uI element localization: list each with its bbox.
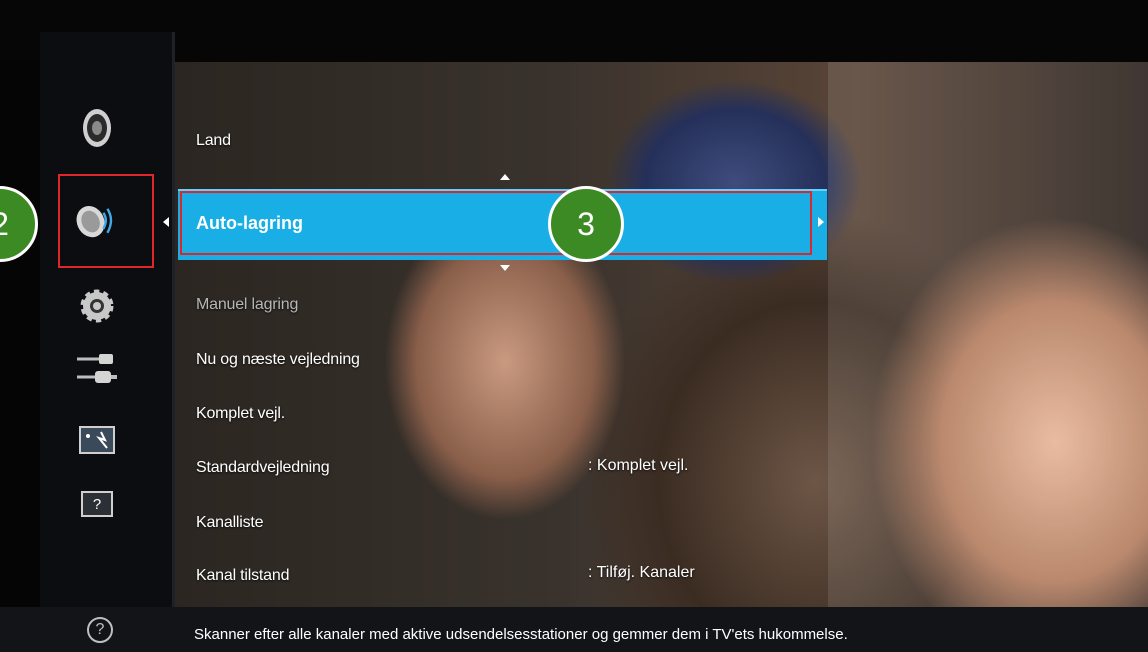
menu-item-komplet-vejl[interactable]: Komplet vejl. (196, 405, 285, 423)
menu-item-nu-og-naeste[interactable]: Nu og næste vejledning (196, 351, 360, 369)
speaker-icon[interactable] (73, 104, 121, 152)
menu-item-kanalliste[interactable]: Kanalliste (196, 514, 264, 532)
step-badge-2: 2 (0, 186, 38, 262)
selected-item-label: Auto-lagring (196, 213, 303, 233)
plug-icon[interactable] (73, 344, 121, 392)
help-box-label: ? (81, 491, 113, 517)
menu-item-land[interactable]: Land (196, 132, 231, 150)
gear-icon[interactable] (73, 282, 121, 330)
kanal-tilstand-value: : Tilføj. Kanaler (588, 564, 695, 581)
tv-background-overlay (828, 62, 1148, 607)
menu-item-manuel-lagring[interactable]: Manuel lagring (196, 296, 298, 314)
menu-item-standardvejledning[interactable]: Standardvejledning (196, 459, 330, 477)
standardvejledning-value: : Komplet vejl. (588, 457, 689, 474)
left-arrow-icon (163, 217, 169, 227)
scroll-down-icon[interactable] (500, 265, 510, 271)
menu-item-kanal-tilstand[interactable]: Kanal tilstand (196, 567, 289, 585)
help-description: Skanner efter alle kanaler med aktive ud… (194, 626, 848, 643)
picture-icon[interactable] (73, 416, 121, 464)
right-chevron-icon (818, 217, 824, 227)
scroll-up-icon[interactable] (500, 174, 510, 180)
selected-category-highlight (58, 174, 154, 268)
help-box-icon[interactable]: ? (73, 480, 121, 528)
step-badge-3: 3 (548, 186, 624, 262)
help-circle-icon: ? (87, 617, 113, 643)
